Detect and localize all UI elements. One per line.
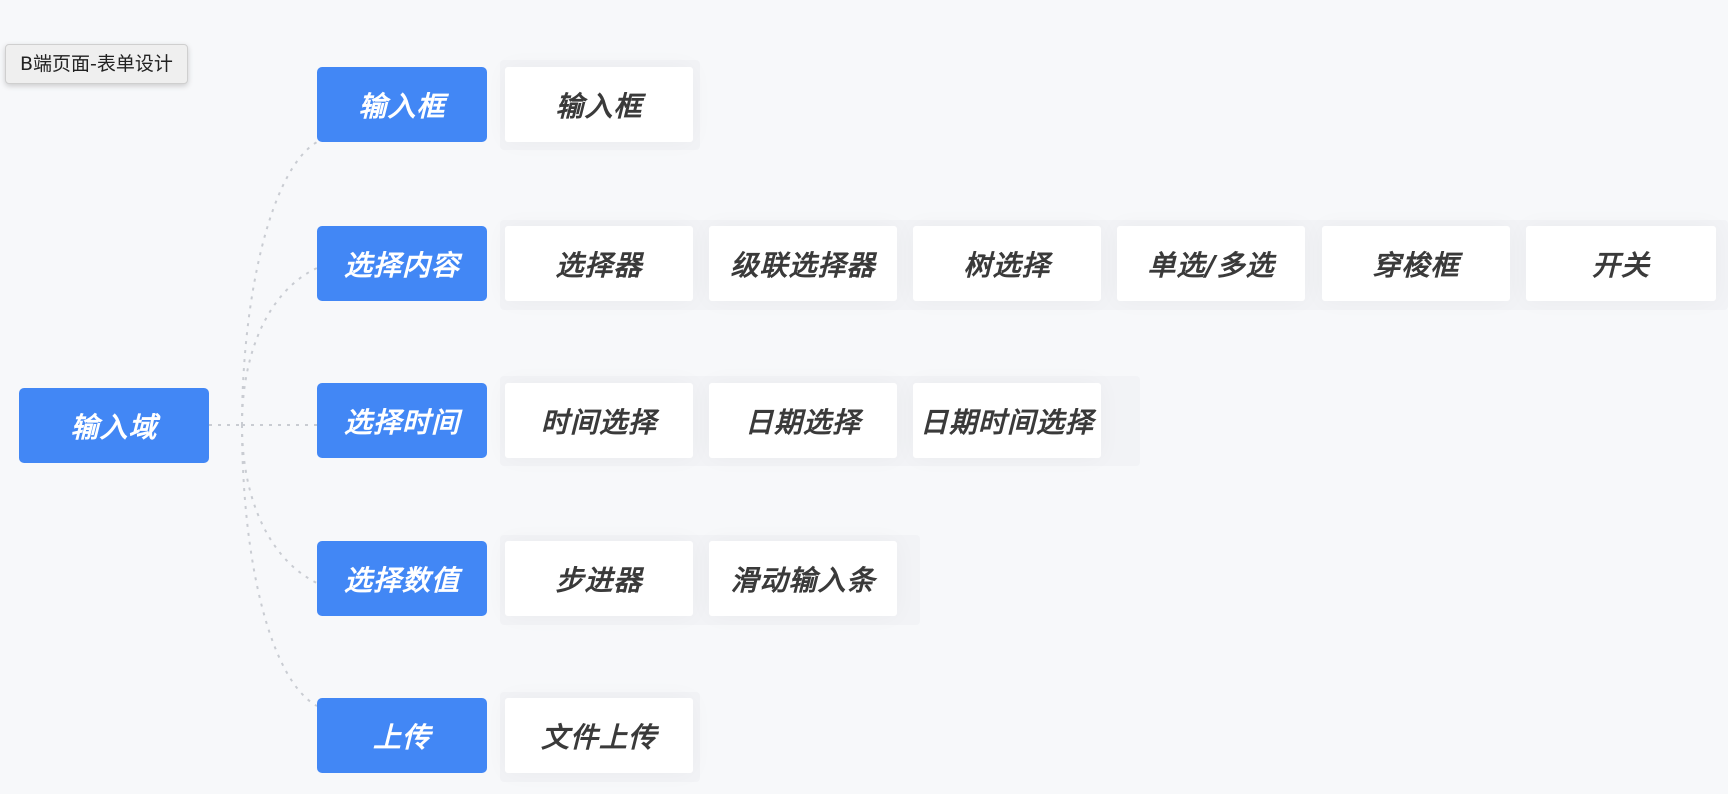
category-node-select-content[interactable]: 选择内容	[317, 226, 487, 301]
leaf-node[interactable]: 级联选择器	[709, 226, 897, 301]
tooltip: B端页面-表单设计	[5, 44, 188, 84]
category-node-upload[interactable]: 上传	[317, 698, 487, 773]
category-node-input-box[interactable]: 输入框	[317, 67, 487, 142]
leaf-node[interactable]: 文件上传	[505, 698, 693, 773]
leaf-node[interactable]: 单选/多选	[1117, 226, 1305, 301]
category-node-select-time[interactable]: 选择时间	[317, 383, 487, 458]
mindmap-canvas: B端页面-表单设计 输入域 输入框 输入框 选择内容 选择器 级联选择器 树选择…	[0, 0, 1728, 794]
leaf-node[interactable]: 日期选择	[709, 383, 897, 458]
category-node-select-number[interactable]: 选择数值	[317, 541, 487, 616]
leaf-node[interactable]: 开关	[1526, 226, 1716, 301]
connector-branch-0	[241, 141, 318, 426]
leaf-node[interactable]: 步进器	[505, 541, 693, 616]
leaf-node[interactable]: 时间选择	[505, 383, 693, 458]
leaf-node[interactable]: 树选择	[913, 226, 1101, 301]
leaf-node[interactable]: 滑动输入条	[709, 541, 897, 616]
connector-branch-1	[241, 267, 318, 426]
root-node[interactable]: 输入域	[19, 388, 209, 463]
connector-branch-3	[241, 424, 318, 584]
leaf-node[interactable]: 穿梭框	[1322, 226, 1510, 301]
leaf-node[interactable]: 选择器	[505, 226, 693, 301]
leaf-node[interactable]: 日期时间选择	[913, 383, 1101, 458]
leaf-node[interactable]: 输入框	[505, 67, 693, 142]
connector-branch-4	[241, 424, 318, 707]
